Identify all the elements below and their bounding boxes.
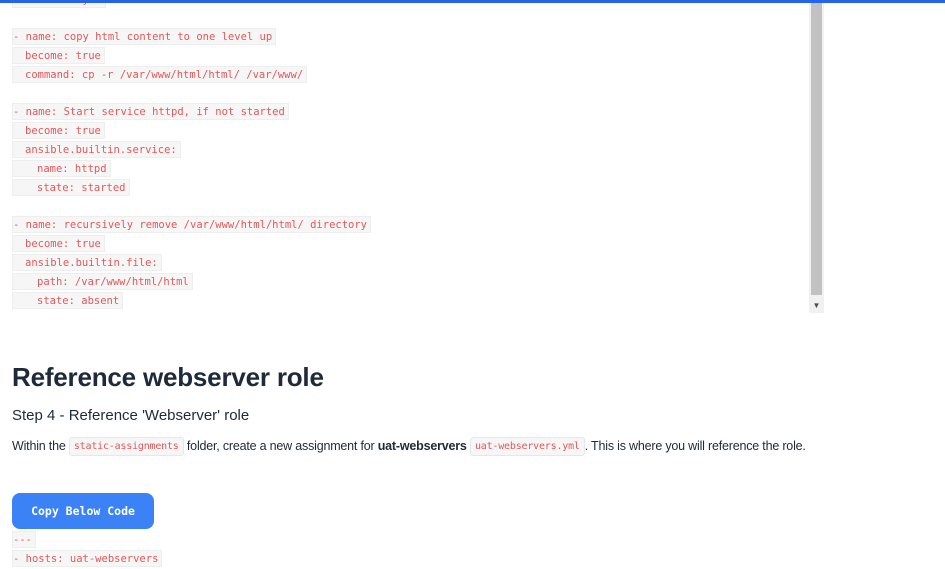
code-block-ansible-tasks[interactable]: force: yes - name: copy html content to o… <box>12 3 823 313</box>
code-line: become: true <box>12 122 808 141</box>
code-line-text: ansible.builtin.file: <box>12 254 162 271</box>
code-line-text: command: cp -r /var/www/html/html/ /var/… <box>12 66 308 83</box>
paragraph-text: folder, create a new assignment for <box>183 439 378 453</box>
code-line: ansible.builtin.file: <box>12 254 808 273</box>
paragraph-text: . This is where you will reference the r… <box>584 439 806 453</box>
code-line: become: true <box>12 235 808 254</box>
code-line: - name: copy html content to one level u… <box>12 28 808 47</box>
copy-below-code-button[interactable]: Copy Below Code <box>12 493 154 529</box>
code-line-text: path: /var/www/html/html <box>12 273 193 290</box>
code-lines: force: yes - name: copy html content to o… <box>12 3 808 311</box>
code-line-text: - name: copy html content to one level u… <box>12 28 277 45</box>
code-line: ansible.builtin.service: <box>12 141 808 160</box>
code-line: path: /var/www/html/html <box>12 273 808 292</box>
code-line: - name: Start service httpd, if not star… <box>12 103 808 122</box>
code-line-text: ansible.builtin.service: <box>12 141 181 158</box>
code-line-text: force: yes <box>12 3 106 8</box>
code-block-scrollbar[interactable]: ▼ <box>809 3 824 313</box>
code-line: name: httpd <box>12 160 808 179</box>
scroll-down-arrow-icon[interactable]: ▼ <box>809 298 824 313</box>
code-line-text: become: true <box>12 47 105 64</box>
instructions-paragraph: Within the static-assignments folder, cr… <box>12 435 822 458</box>
code-line-text: state: started <box>12 179 130 196</box>
code-line: command: cp -r /var/www/html/html/ /var/… <box>12 66 808 85</box>
code-line: state: started <box>12 179 808 198</box>
inline-code-folder: static-assignments <box>68 437 184 456</box>
code-line-text: become: true <box>12 122 105 139</box>
code-line-text: - hosts: uat-webservers <box>12 550 163 567</box>
code-block-uat-webservers[interactable]: --- - hosts: uat-webservers <box>12 531 823 569</box>
code-line: become: true <box>12 47 808 66</box>
code-line-text: --- <box>12 531 36 548</box>
code-line-text: become: true <box>12 235 105 252</box>
step-title: Step 4 - Reference 'Webserver' role <box>12 407 250 424</box>
section-title: Reference webserver role <box>12 362 324 392</box>
code-line: force: yes <box>12 3 808 10</box>
code-line: state: absent <box>12 292 808 311</box>
code-line-text: - name: recursively remove /var/www/html… <box>12 216 372 233</box>
code-line: - name: recursively remove /var/www/html… <box>12 216 808 235</box>
scrollbar-thumb[interactable] <box>811 3 822 295</box>
code-line: --- <box>12 531 823 550</box>
code-line: - hosts: uat-webservers <box>12 550 823 569</box>
paragraph-bold-text: uat-webservers <box>377 439 467 453</box>
code-line-text: state: absent <box>12 292 124 309</box>
code-line-text: name: httpd <box>12 160 111 177</box>
inline-code-filename: uat-webservers.yml <box>469 437 585 456</box>
paragraph-text: Within the <box>12 439 69 453</box>
code-line-text: - name: Start service httpd, if not star… <box>12 103 289 120</box>
